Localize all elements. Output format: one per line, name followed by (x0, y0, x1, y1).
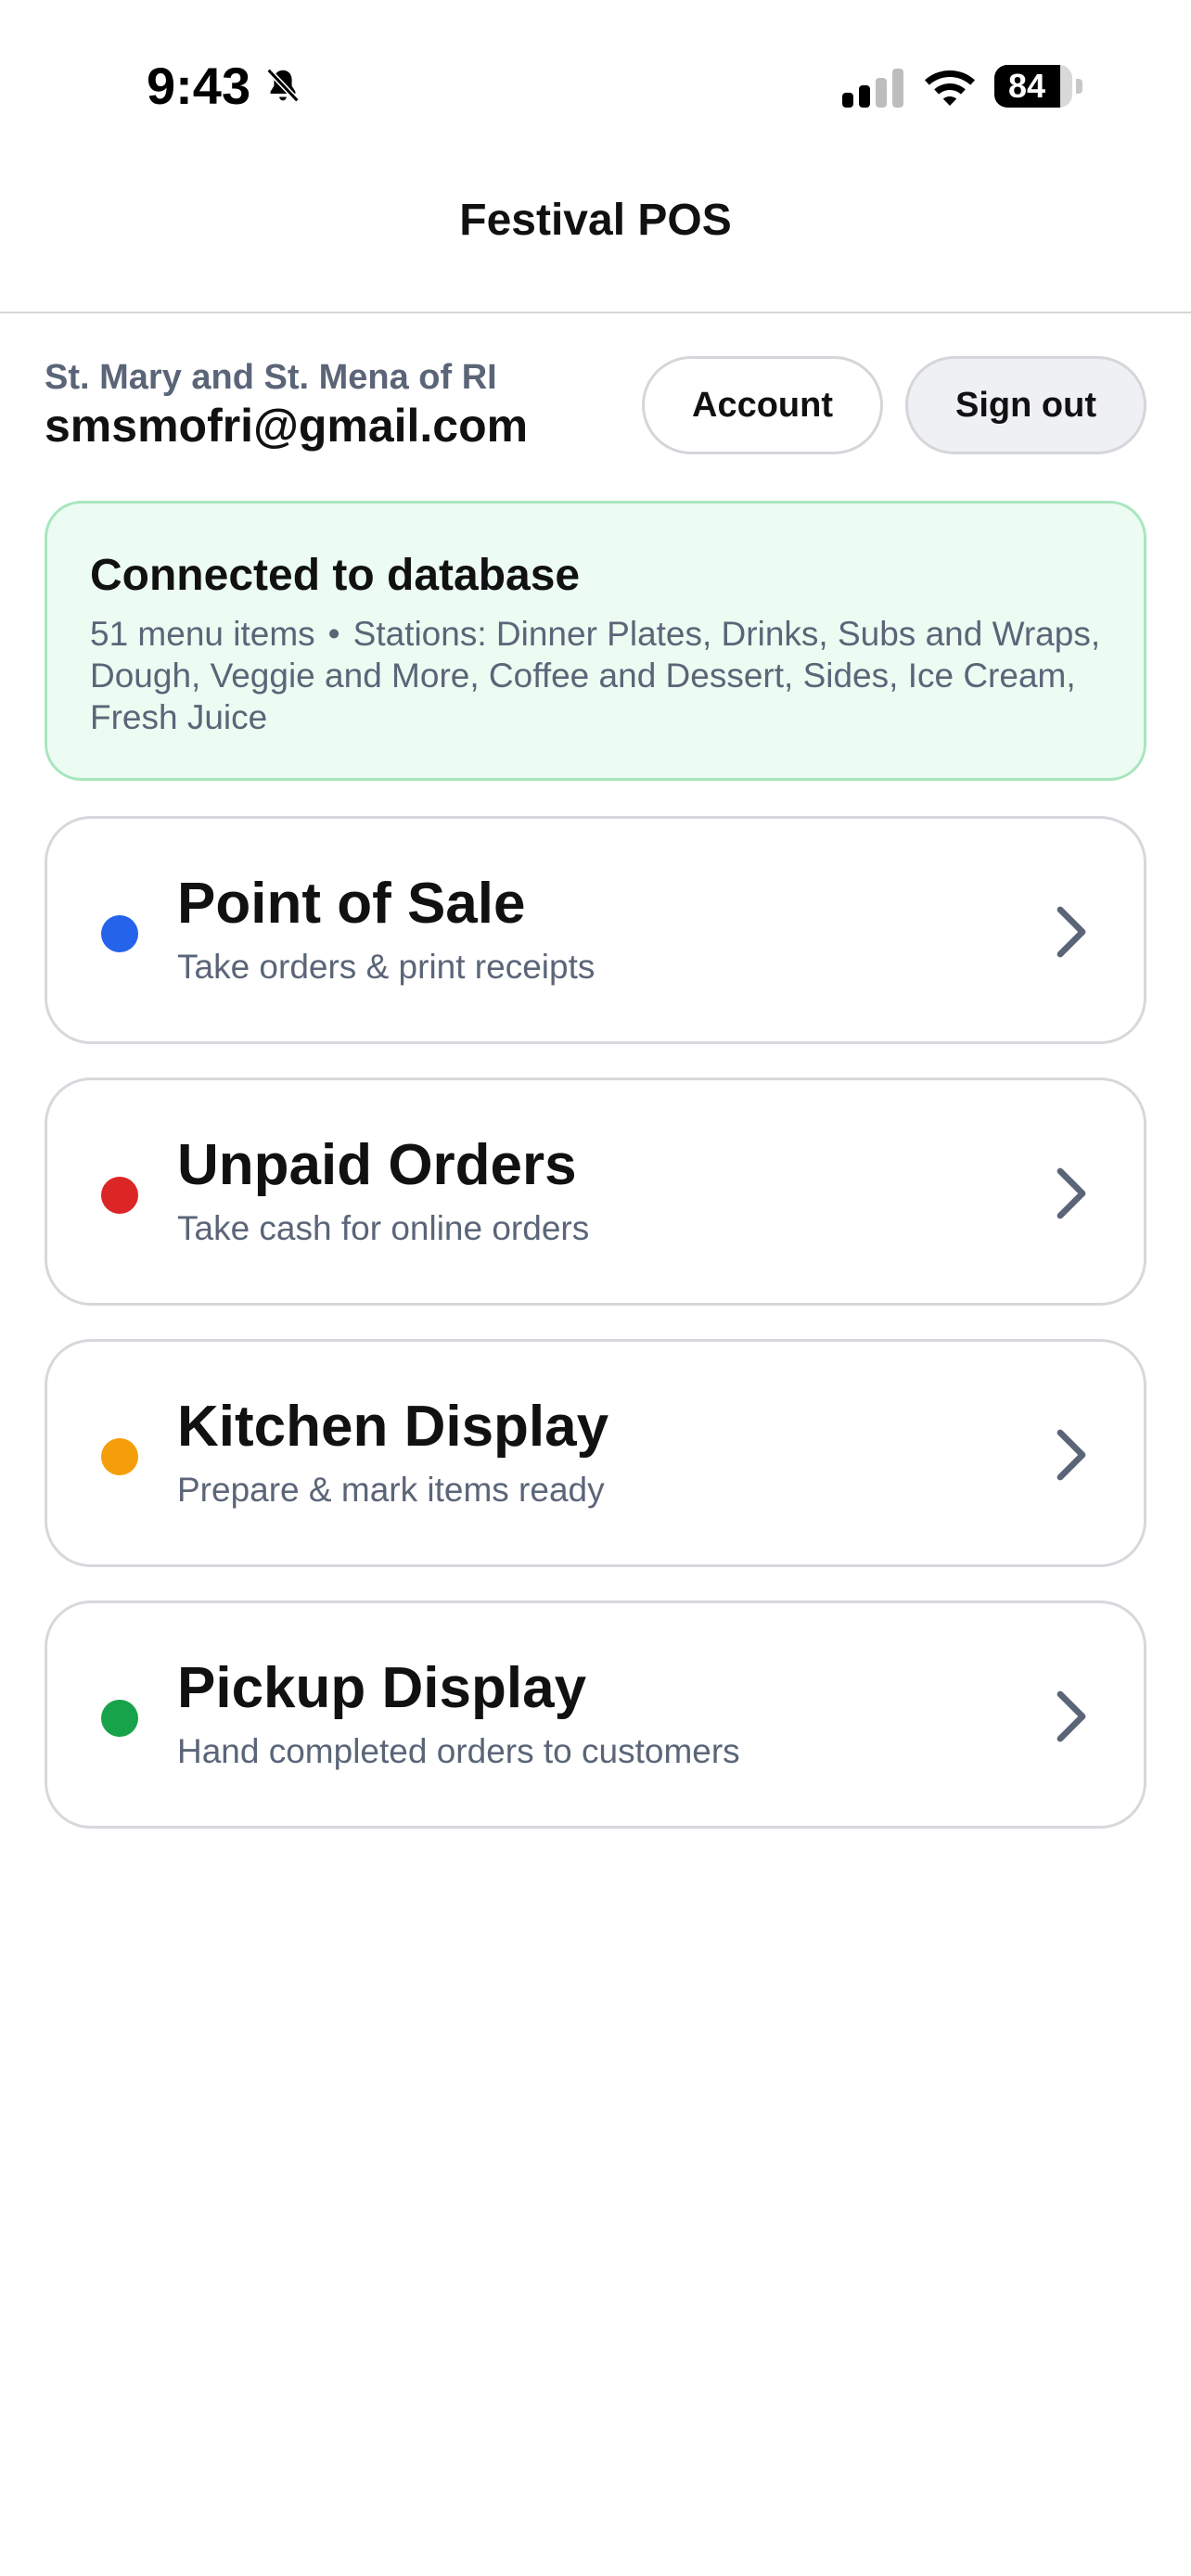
status-bar: 9:43 84 (0, 0, 1191, 167)
account-button[interactable]: Account (642, 356, 883, 454)
pickup-display-card[interactable]: Pickup Display Hand completed orders to … (45, 1600, 1146, 1829)
card-subtitle: Prepare & mark items ready (177, 1471, 605, 1509)
battery-icon: 84 (994, 65, 1083, 108)
detail-separator: • (327, 615, 340, 653)
card-subtitle: Take orders & print receipts (177, 948, 596, 986)
bell-slash-icon (266, 68, 300, 103)
card-subtitle: Hand completed orders to customers (177, 1732, 740, 1770)
battery-cap (1076, 79, 1082, 94)
card-title: Unpaid Orders (177, 1133, 577, 1197)
status-dot (101, 1700, 138, 1737)
battery-body: 84 (994, 65, 1072, 108)
user-email: smsmofri@gmail.com (45, 400, 529, 452)
database-status-banner: Connected to database 51 menu items • Stat… (45, 501, 1146, 781)
chevron-right-icon (1057, 1690, 1086, 1742)
status-dot (101, 1177, 138, 1214)
chevron-right-icon (1057, 1429, 1086, 1481)
chevron-right-icon (1057, 1167, 1086, 1219)
card-subtitle: Take cash for online orders (177, 1209, 590, 1247)
sign-out-button[interactable]: Sign out (905, 356, 1146, 454)
database-status-detail: 51 menu items • Stations: Dinner Plates, D… (90, 613, 1101, 738)
wifi-icon (925, 70, 975, 106)
status-dot (101, 915, 138, 952)
kitchen-display-card[interactable]: Kitchen Display Prepare & mark items rea… (45, 1339, 1146, 1567)
header-divider (0, 312, 1191, 313)
unpaid-orders-card[interactable]: Unpaid Orders Take cash for online order… (45, 1078, 1146, 1306)
battery-level: 84 (1007, 67, 1046, 105)
organization-name: St. Mary and St. Mena of RI (45, 358, 497, 397)
card-title: Point of Sale (177, 872, 526, 936)
point-of-sale-card[interactable]: Point of Sale Take orders & print receip… (45, 816, 1146, 1044)
card-title: Kitchen Display (177, 1395, 609, 1459)
database-status-title: Connected to database (90, 551, 581, 600)
cellular-signal-icon (842, 69, 903, 108)
menu-items-count: 51 menu items (90, 615, 315, 653)
status-time: 9:43 (147, 57, 251, 115)
status-dot (101, 1438, 138, 1475)
card-title: Pickup Display (177, 1656, 587, 1720)
chevron-right-icon (1057, 906, 1086, 958)
page-title: Festival POS (459, 196, 732, 245)
